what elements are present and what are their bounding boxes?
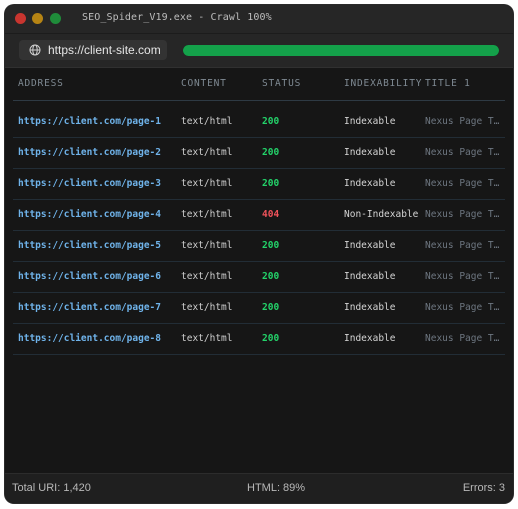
row-address[interactable]: https://client.com/page-3	[18, 169, 178, 199]
row-title: Nexus Page T…	[425, 333, 500, 344]
row-indexability: Indexable	[344, 116, 396, 127]
row-content: text/html	[181, 116, 233, 127]
url-field[interactable]: https://client-site.com	[19, 40, 167, 60]
window-title: SEO_Spider_V19.exe - Crawl 100%	[82, 12, 272, 23]
row-content: text/html	[181, 271, 233, 282]
crawl-progress-bar	[183, 45, 499, 56]
row-indexability: Indexable	[344, 240, 396, 251]
app-window: SEO_Spider_V19.exe - Crawl 100% https://…	[5, 5, 513, 503]
row-address[interactable]: https://client.com/page-8	[18, 324, 178, 354]
toolbar: https://client-site.com	[5, 34, 513, 68]
table-row[interactable]: https://client.com/page-4 text/html 404 …	[13, 200, 505, 231]
table-row[interactable]: https://client.com/page-6 text/html 200 …	[13, 262, 505, 293]
row-title: Nexus Page T…	[425, 240, 500, 251]
row-content: text/html	[181, 240, 233, 251]
row-status: 200	[262, 240, 280, 251]
row-address[interactable]: https://client.com/page-6	[18, 262, 178, 292]
row-address[interactable]: https://client.com/page-7	[18, 293, 178, 323]
row-title: Nexus Page T…	[425, 116, 500, 127]
row-content: text/html	[181, 178, 233, 189]
table-row[interactable]: https://client.com/page-5 text/html 200 …	[13, 231, 505, 262]
column-header-address[interactable]: ADDRESS	[18, 67, 178, 100]
row-status: 200	[262, 116, 280, 127]
globe-icon	[29, 44, 41, 56]
row-indexability: Non-Indexable	[344, 209, 419, 220]
row-content: text/html	[181, 209, 233, 220]
row-status: 200	[262, 333, 280, 344]
row-title: Nexus Page T…	[425, 147, 500, 158]
maximize-window-button[interactable]	[50, 13, 61, 24]
status-bar: Total URI: 1,420 HTML: 89% Errors: 3	[5, 473, 513, 503]
table-row[interactable]: https://client.com/page-8 text/html 200 …	[13, 324, 505, 355]
row-indexability: Indexable	[344, 302, 396, 313]
column-header-content[interactable]: CONTENT	[181, 67, 259, 100]
row-content: text/html	[181, 147, 233, 158]
title-bar: SEO_Spider_V19.exe - Crawl 100%	[5, 5, 513, 34]
column-header-title[interactable]: TITLE 1	[425, 67, 505, 100]
results-table: ADDRESS CONTENT STATUS INDEXABILITY TITL…	[13, 67, 505, 355]
table-header: ADDRESS CONTENT STATUS INDEXABILITY TITL…	[13, 67, 505, 101]
minimize-window-button[interactable]	[32, 13, 43, 24]
table-row[interactable]: https://client.com/page-3 text/html 200 …	[13, 169, 505, 200]
row-address[interactable]: https://client.com/page-4	[18, 200, 178, 230]
row-indexability: Indexable	[344, 271, 396, 282]
row-status: 200	[262, 147, 280, 158]
html-percentage: HTML: 89%	[247, 482, 306, 494]
row-address[interactable]: https://client.com/page-1	[18, 107, 178, 137]
row-status: 200	[262, 271, 280, 282]
row-address[interactable]: https://client.com/page-5	[18, 231, 178, 261]
total-uri-count: Total URI: 1,420	[12, 482, 91, 494]
row-title: Nexus Page T…	[425, 178, 500, 189]
table-row[interactable]: https://client.com/page-7 text/html 200 …	[13, 293, 505, 324]
url-text: https://client-site.com	[48, 43, 161, 57]
row-status: 200	[262, 178, 280, 189]
column-header-status[interactable]: STATUS	[262, 67, 340, 100]
close-window-button[interactable]	[15, 13, 26, 24]
crawl-progress-fill	[183, 45, 499, 56]
row-content: text/html	[181, 333, 233, 344]
row-indexability: Indexable	[344, 178, 396, 189]
table-row[interactable]: https://client.com/page-2 text/html 200 …	[13, 138, 505, 169]
error-count: Errors: 3	[462, 482, 505, 494]
row-status: 404	[262, 209, 280, 220]
row-title: Nexus Page T…	[425, 209, 500, 220]
row-indexability: Indexable	[344, 333, 396, 344]
table-row[interactable]: https://client.com/page-1 text/html 200 …	[13, 107, 505, 138]
row-address[interactable]: https://client.com/page-2	[18, 138, 178, 168]
column-header-indexability[interactable]: INDEXABILITY	[344, 67, 424, 100]
row-title: Nexus Page T…	[425, 271, 500, 282]
row-content: text/html	[181, 302, 233, 313]
row-title: Nexus Page T…	[425, 302, 500, 313]
row-status: 200	[262, 302, 280, 313]
row-indexability: Indexable	[344, 147, 396, 158]
